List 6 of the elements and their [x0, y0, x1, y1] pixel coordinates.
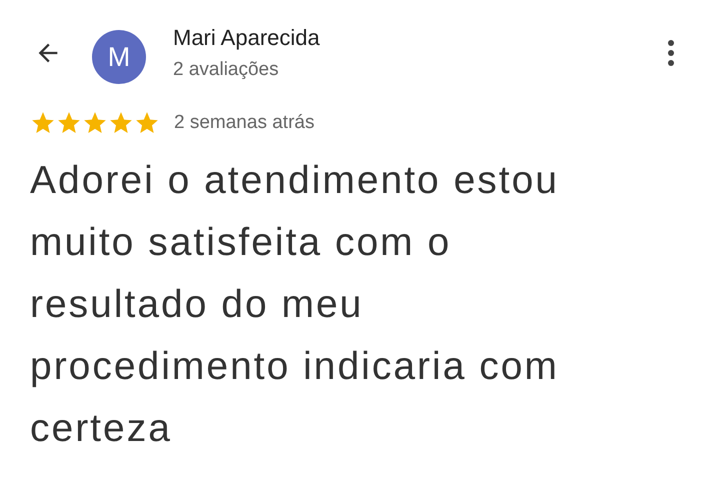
review-time: 2 semanas atrás — [174, 112, 314, 134]
review-count: 2 avaliações — [173, 59, 280, 81]
more-options-icon[interactable] — [667, 39, 675, 67]
avatar: M — [92, 30, 146, 84]
reviewer-name: Mari Aparecida — [173, 25, 321, 51]
review-text: Adorei o atendimento estou muito satisfeita com o resultado do meu procedimento indicaria com certeza — [30, 158, 560, 452]
